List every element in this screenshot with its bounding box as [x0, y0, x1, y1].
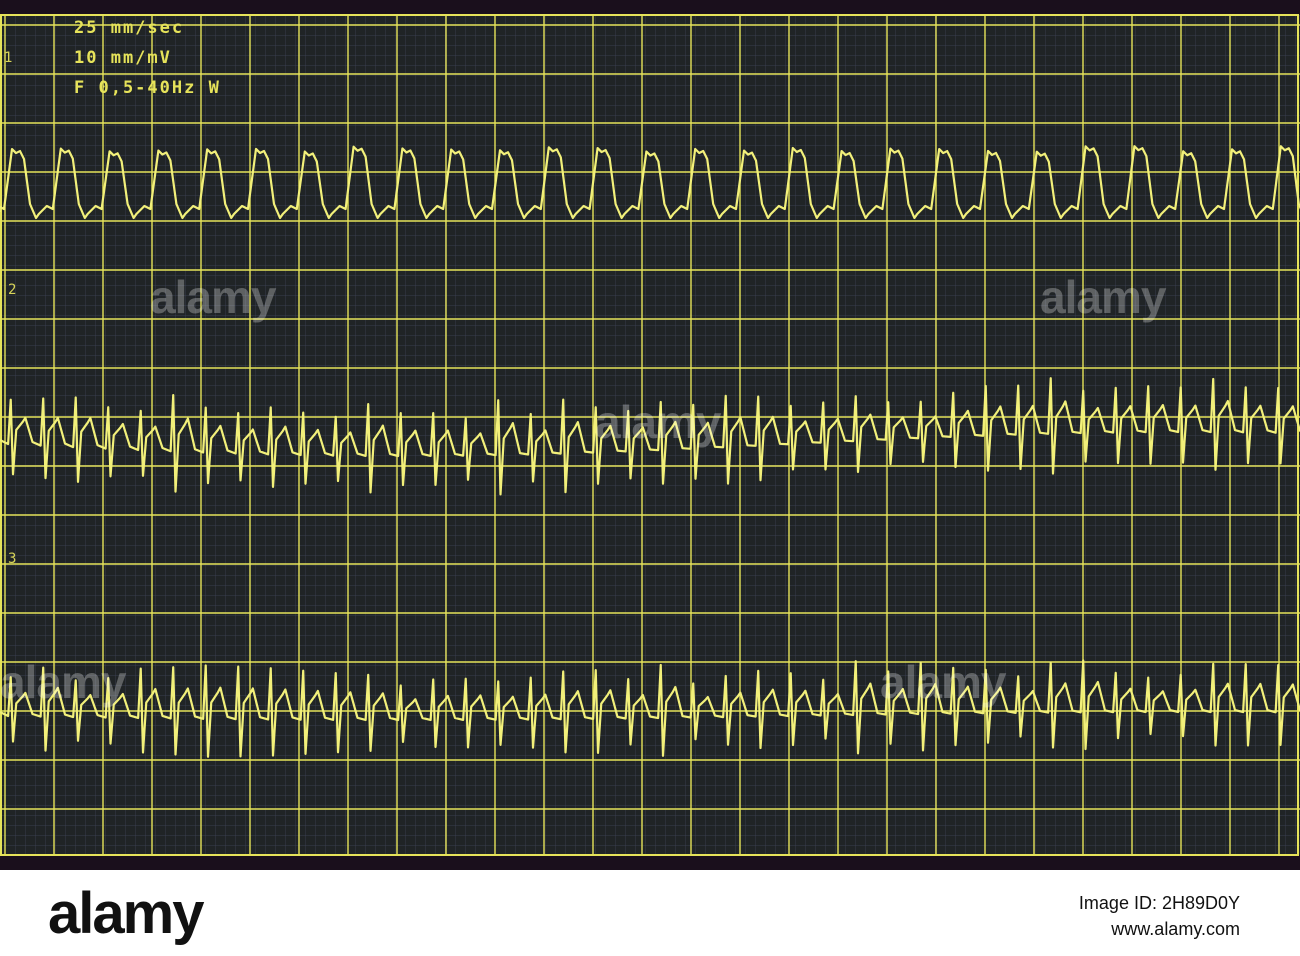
watermark-4: alamy — [0, 656, 126, 708]
site-url-text: www.alamy.com — [1111, 919, 1240, 939]
footer-logo: alamy — [48, 881, 204, 946]
watermark-3: alamy — [595, 396, 721, 448]
watermark-1: alamy — [150, 271, 276, 323]
footer-bar: alamy Image ID: 2H89D0Y www.alamy.com — [0, 870, 1300, 956]
gain-label: 10 mm/mV — [74, 48, 172, 68]
lead-label-2: 2 — [8, 282, 17, 298]
filter-label: F 0,5-40Hz W — [74, 78, 221, 98]
ecg-photo: 25 mm/sec 10 mm/mV F 0,5-40Hz W 1 2 3 al… — [0, 0, 1300, 870]
lead-label-3: 3 — [8, 551, 17, 567]
watermark-5: alamy — [880, 656, 1006, 708]
speed-label: 25 mm/sec — [74, 18, 185, 38]
image-id-text: Image ID: 2H89D0Y — [1078, 893, 1240, 913]
footer-image-info: Image ID: 2H89D0Y www.alamy.com — [1079, 890, 1240, 942]
lead-label-1: 1 — [4, 50, 13, 66]
watermark-2: alamy — [1040, 271, 1166, 323]
